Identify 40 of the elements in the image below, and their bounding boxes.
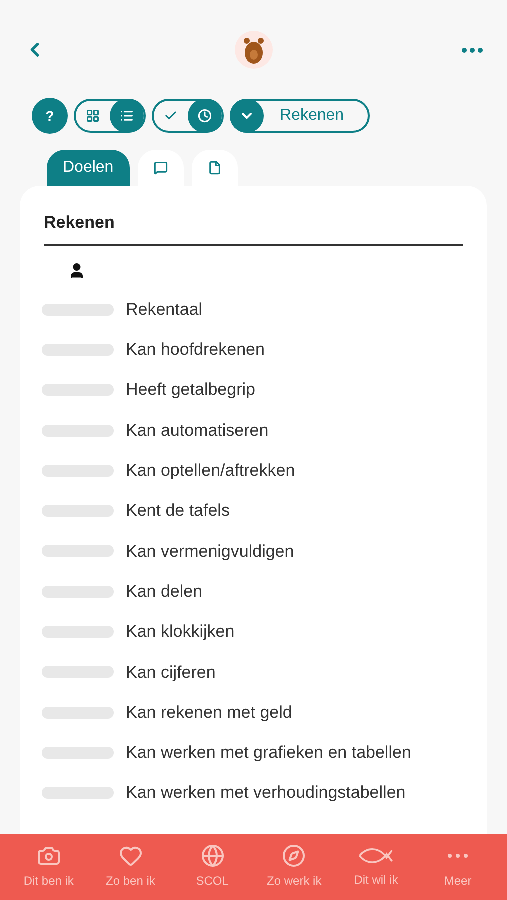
document-icon [208, 161, 222, 175]
goal-label: Rekentaal [126, 298, 203, 321]
nav-item[interactable]: Zo ben ik [92, 844, 169, 890]
goal-label: Kan automatiseren [126, 420, 269, 442]
subject-dropdown[interactable]: Rekenen [230, 99, 370, 133]
chat-tab[interactable] [138, 150, 184, 186]
more-icon [448, 854, 468, 858]
clock-icon [198, 109, 212, 123]
nav-item[interactable]: Dit ben ik [10, 844, 87, 890]
bear-icon [234, 30, 274, 70]
goal-label: Kan delen [126, 580, 203, 603]
heart-icon [118, 844, 143, 868]
goal-label: Kan vermenigvuldigen [126, 540, 294, 563]
goal-label: Kan hoofdrekenen [126, 339, 265, 362]
list-view-button[interactable] [110, 99, 144, 133]
goal-label: Heeft getalbegrip [126, 379, 256, 402]
nav-item[interactable]: SCOL [174, 844, 251, 890]
nav-item[interactable]: Dit wil ik [338, 845, 414, 889]
goal-label: Kan optellen/aftrekken [126, 460, 296, 482]
help-button[interactable]: ? [32, 98, 68, 134]
goal-label: Kan klokkijken [126, 621, 235, 644]
goal-label: Kan werken met grafieken en tabellen [126, 742, 412, 764]
nav-item[interactable]: Zo werk ik [256, 844, 332, 890]
compass-icon [282, 844, 306, 868]
tab[interactable]: Doelen [47, 150, 130, 186]
person-icon [68, 262, 86, 280]
camera-icon [36, 844, 61, 868]
goal-label: Kent de tafels [126, 500, 230, 522]
pending-filter-button[interactable] [188, 99, 222, 133]
nav-item[interactable]: Meer [420, 844, 496, 890]
more-button[interactable] [462, 48, 483, 52]
list-icon [120, 109, 134, 123]
grid-icon [86, 109, 100, 123]
chat-icon [154, 161, 168, 175]
goal-label: Kan rekenen met geld [126, 702, 292, 724]
card-title: Rekenen [44, 210, 463, 246]
goal-label: Kan werken met verhoudingstabellen [126, 782, 406, 804]
goal-label: Kan cijferen [126, 662, 216, 684]
globe-icon [200, 844, 225, 868]
document-tab[interactable] [192, 150, 238, 186]
